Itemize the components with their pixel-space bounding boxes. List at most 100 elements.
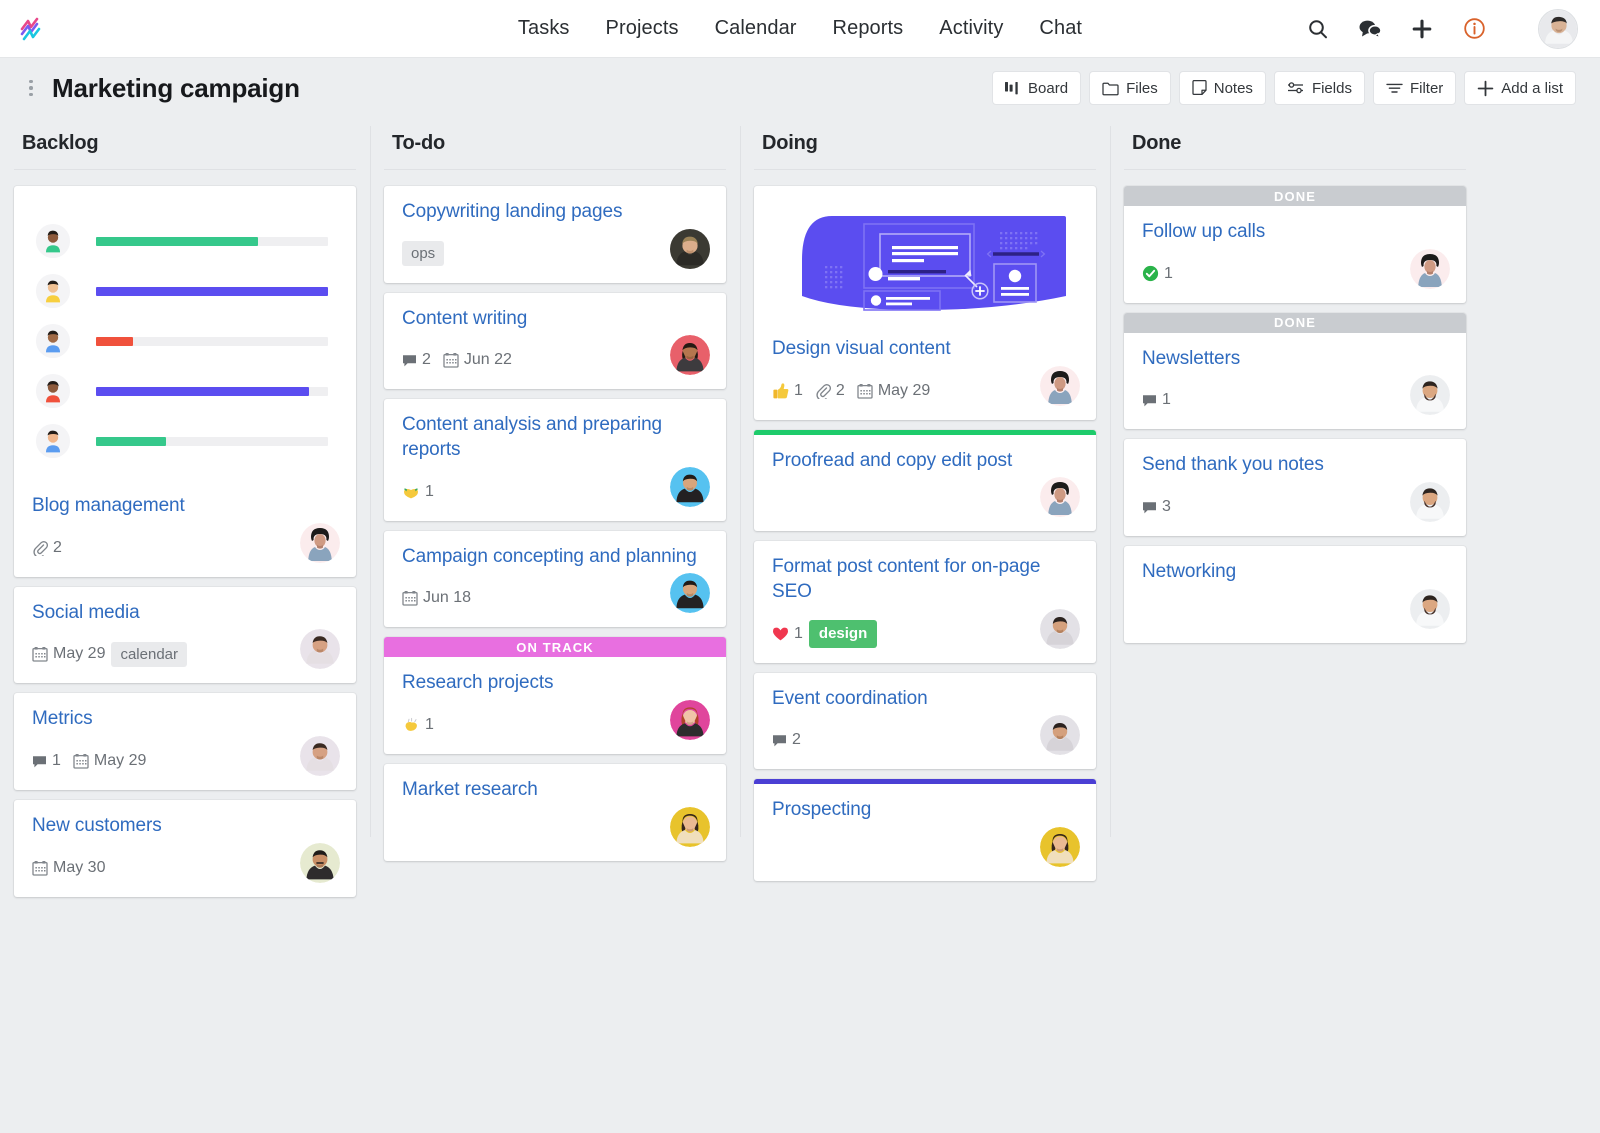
card-copywriting-landing-pages[interactable]: Copywriting landing pages ops	[384, 186, 726, 283]
avatar[interactable]	[1410, 248, 1450, 289]
card-meta	[772, 837, 1040, 867]
avatar[interactable]	[670, 466, 710, 507]
avatar[interactable]	[670, 573, 710, 614]
nav-link-activity[interactable]: Activity	[939, 17, 1003, 40]
card-meta: May 29 calendar	[32, 639, 300, 669]
reaction-meta[interactable]: 1	[772, 382, 803, 400]
fields-button[interactable]: Fields	[1273, 71, 1365, 105]
add-a-list-button[interactable]: Add a list	[1464, 71, 1576, 105]
card-social-media[interactable]: Social media May 29 calendar	[14, 586, 356, 684]
card-tag[interactable]: calendar	[111, 641, 188, 668]
card-tag[interactable]: design	[808, 620, 878, 648]
comment-count: 1	[52, 752, 61, 770]
avatar[interactable]	[1040, 715, 1080, 756]
card-content: Copywriting landing pages ops	[384, 186, 726, 283]
nav-link-chat[interactable]: Chat	[1039, 17, 1082, 40]
card-content-writing[interactable]: Content writing 2 Jun 22	[384, 292, 726, 390]
calendar-icon	[32, 646, 48, 663]
status-badge: ON TRACK	[384, 637, 726, 658]
nav-link-projects[interactable]: Projects	[606, 17, 679, 40]
zigzag-logo[interactable]	[12, 9, 52, 49]
notes-button[interactable]: Notes	[1178, 71, 1266, 105]
card-blog-management[interactable]: Blog management 2	[14, 186, 356, 577]
comment-meta: 2	[772, 731, 801, 749]
column-header: Done	[1124, 118, 1466, 170]
files-button[interactable]: Files	[1089, 71, 1171, 105]
comment-icon	[1142, 393, 1157, 408]
avatar[interactable]	[1040, 608, 1080, 649]
avatar[interactable]	[670, 700, 710, 741]
board-button[interactable]: Board	[992, 71, 1082, 105]
chat-bubble-icon[interactable]	[1356, 15, 1384, 43]
card-metrics[interactable]: Metrics 1 May 29	[14, 693, 356, 791]
nav-link-reports[interactable]: Reports	[833, 17, 904, 40]
nav-link-tasks[interactable]: Tasks	[518, 17, 570, 40]
comment-icon	[402, 353, 417, 368]
plus-icon[interactable]	[1408, 15, 1436, 43]
card-meta: May 30	[32, 853, 300, 883]
card-market-research[interactable]: Market research	[384, 764, 726, 861]
reaction-meta[interactable]: 1	[772, 625, 803, 643]
main-nav-links: Tasks Projects Calendar Reports Activity…	[518, 17, 1082, 40]
card-meta: 1	[1142, 259, 1410, 289]
card-meta: ops	[402, 239, 670, 269]
card-footer: 2	[32, 522, 340, 563]
card-title: Campaign concepting and planning	[402, 545, 697, 567]
comment-icon	[1142, 500, 1157, 515]
avatar[interactable]	[670, 228, 710, 269]
card-design-visual-content[interactable]: Design visual content 1 2 May 29	[754, 186, 1096, 420]
avatar[interactable]	[670, 335, 710, 376]
card-prospecting[interactable]: Prospecting	[754, 779, 1096, 882]
card-footer: 1 2 May 29	[772, 365, 1080, 406]
avatar[interactable]	[1040, 477, 1080, 518]
avatar[interactable]	[300, 842, 340, 883]
card-footer: 1	[1142, 375, 1450, 416]
notes-button-label: Notes	[1213, 79, 1253, 97]
card-format-post-content-for-on-page-seo[interactable]: Format post content for on-page SEO 1 de…	[754, 541, 1096, 663]
card-content: Content writing 2 Jun 22	[384, 293, 726, 390]
avatar[interactable]	[1410, 375, 1450, 416]
info-icon[interactable]	[1460, 15, 1488, 43]
reaction-count: 1	[794, 381, 803, 399]
card-content: Market research	[384, 764, 726, 861]
card-follow-up-calls[interactable]: DONE Follow up calls 1	[1124, 186, 1466, 303]
status-badge: DONE	[1124, 186, 1466, 206]
reaction-meta[interactable]: 1	[402, 483, 434, 501]
reaction-meta[interactable]: 1	[402, 716, 434, 734]
card-meta: 1	[402, 477, 670, 507]
card-campaign-concepting-and-planning[interactable]: Campaign concepting and planning Jun 18	[384, 530, 726, 628]
card-tag[interactable]: ops	[402, 240, 445, 267]
board-icon	[1005, 81, 1021, 96]
avatar[interactable]	[1410, 482, 1450, 523]
card-networking[interactable]: Networking	[1124, 546, 1466, 643]
calendar-icon	[443, 352, 459, 369]
card-event-coordination[interactable]: Event coordination 2	[754, 672, 1096, 770]
card-content: Event coordination 2	[754, 673, 1096, 770]
card-title: Blog management	[32, 495, 185, 516]
add-a-list-button-label: Add a list	[1501, 79, 1563, 97]
avatar[interactable]	[670, 806, 710, 847]
avatar[interactable]	[1040, 365, 1080, 406]
comment-count: 2	[422, 351, 431, 369]
page-title: Marketing campaign	[52, 72, 300, 103]
kebab-menu-icon[interactable]	[22, 79, 40, 97]
avatar[interactable]	[300, 736, 340, 777]
avatar[interactable]	[1538, 9, 1578, 49]
card-new-customers[interactable]: New customers May 30	[14, 800, 356, 897]
avatar[interactable]	[300, 522, 340, 563]
filter-button[interactable]: Filter	[1372, 71, 1457, 105]
card-content-analysis-and-preparing-reports[interactable]: Content analysis and preparing reports 1	[384, 399, 726, 521]
search-icon[interactable]	[1304, 15, 1332, 43]
avatar[interactable]	[1040, 827, 1080, 868]
card-meta	[1142, 599, 1410, 629]
avatar[interactable]	[1410, 588, 1450, 629]
card-research-projects[interactable]: ON TRACK Research projects 1	[384, 637, 726, 755]
avatar[interactable]	[300, 629, 340, 670]
card-proofread-and-copy-edit-post[interactable]: Proofread and copy edit post	[754, 429, 1096, 532]
chart-row	[36, 316, 328, 366]
card-send-thank-you-notes[interactable]: Send thank you notes 3	[1124, 439, 1466, 537]
card-newsletters[interactable]: DONE Newsletters 1	[1124, 312, 1466, 430]
nav-link-calendar[interactable]: Calendar	[715, 17, 797, 40]
card-meta: 1	[402, 710, 670, 740]
progress-bar-fill	[96, 336, 134, 346]
